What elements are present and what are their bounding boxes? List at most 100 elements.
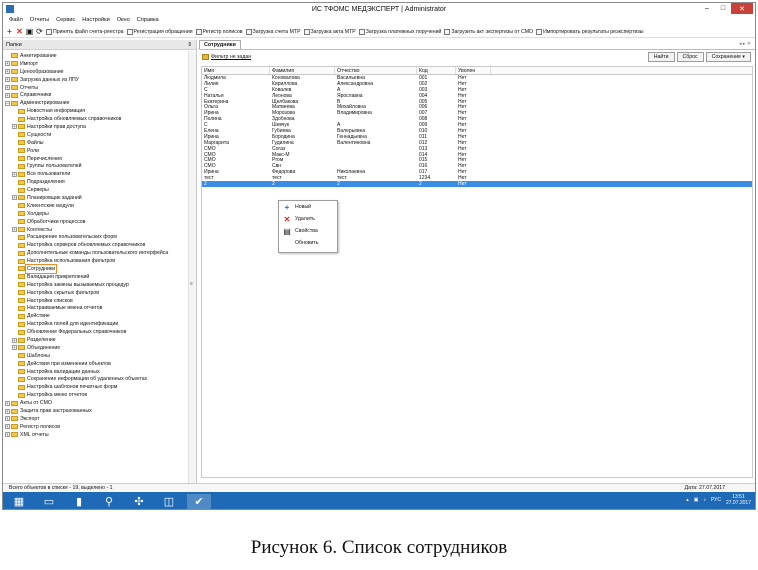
tree-item[interactable]: Новостная информация	[5, 107, 186, 115]
ctx-delete[interactable]: ✕ Удалить	[279, 213, 337, 225]
tab-nav-icons[interactable]: ◂ ▸ ✕	[739, 41, 751, 47]
filter-button[interactable]: Фильтр не задан	[199, 54, 251, 60]
pin-icon[interactable]: ⇕	[187, 42, 192, 48]
tree-item[interactable]: + Импорт	[5, 60, 186, 68]
remote-desktop-icon[interactable]: ◫	[157, 494, 181, 510]
expand-toggle-icon[interactable]: –	[5, 100, 10, 106]
expand-toggle-icon[interactable]: +	[12, 227, 17, 233]
clock[interactable]: 13:51 27.07.2017	[726, 494, 751, 506]
tree-item[interactable]: + Загрузка данных из ЛПУ	[5, 76, 186, 84]
server-manager-icon[interactable]: ▦	[7, 494, 31, 510]
menu-help[interactable]: Справка	[137, 17, 159, 23]
expand-toggle-icon[interactable]: +	[5, 424, 10, 430]
tree-item[interactable]: + Все пользователи	[5, 170, 186, 178]
tree-item[interactable]: Валидация прикреплений	[5, 273, 186, 281]
copy-icon[interactable]: ▣	[26, 28, 34, 36]
tb-import-reexpertise[interactable]: Импортировать результаты реэкспертизы	[536, 28, 643, 35]
table-row[interactable]: 2 2 2 2 Нет	[202, 181, 752, 187]
tree-item[interactable]: – Администрирование	[5, 99, 186, 107]
minimize-button[interactable]: –	[699, 3, 715, 14]
tree-item[interactable]: + Справочники	[5, 91, 186, 99]
search-icon[interactable]: ⚲	[97, 494, 121, 510]
tree-item[interactable]: Роли	[5, 147, 186, 155]
tb-load-mtr-act[interactable]: Загрузка акта МТР	[303, 28, 356, 35]
tree-item[interactable]: Действие	[5, 312, 186, 320]
file-explorer-icon[interactable]: ▭	[37, 494, 61, 510]
tray-arrow-icon[interactable]: ▴	[686, 497, 689, 503]
tab-employees[interactable]: Сотрудники	[199, 40, 241, 49]
expand-toggle-icon[interactable]: +	[5, 92, 10, 98]
expand-toggle-icon[interactable]: +	[5, 61, 10, 67]
tree-item[interactable]: + Настройки прав доступа	[5, 123, 186, 131]
tree-item[interactable]: Холдеры	[5, 210, 186, 218]
col-first-name[interactable]: Имя	[202, 67, 270, 74]
tree-item[interactable]: Серверы	[5, 186, 186, 194]
tree-item[interactable]: + Планировщик заданий	[5, 194, 186, 202]
expand-toggle-icon[interactable]: +	[12, 345, 17, 351]
language-indicator[interactable]: РУС	[711, 497, 721, 503]
expand-toggle-icon[interactable]: +	[12, 171, 17, 177]
tree-item[interactable]: Подразделения	[5, 178, 186, 186]
tree-item[interactable]: Настройка полей для идентификации	[5, 320, 186, 328]
add-icon[interactable]: +	[6, 28, 13, 36]
tree-item[interactable]: Настройка серверов обновляемых справочни…	[5, 241, 186, 249]
ctx-new[interactable]: + Новый	[279, 201, 337, 213]
tb-accept-invoice[interactable]: Принять файл счета-реестра	[46, 28, 124, 35]
tree-item[interactable]: Клиентские модули	[5, 202, 186, 210]
ctx-properties[interactable]: ▤ Свойства	[279, 225, 337, 237]
tb-policy-register[interactable]: Регистр полисов	[195, 28, 243, 35]
reset-button[interactable]: Сброс	[676, 52, 704, 62]
refresh-icon[interactable]: ⟳	[36, 28, 43, 36]
network-icon[interactable]: ✣	[127, 494, 151, 510]
tree-item[interactable]: + Акты от СМО	[5, 399, 186, 407]
expand-toggle-icon[interactable]: +	[12, 124, 17, 130]
expand-toggle-icon[interactable]: +	[5, 400, 10, 406]
tree-item[interactable]: Группы пользователей	[5, 162, 186, 170]
monitor-icon[interactable]: ▣	[694, 497, 699, 503]
tree-item[interactable]: Настройки списков	[5, 297, 186, 305]
tree-item[interactable]: Расширение пользовательских форм	[5, 233, 186, 241]
tree-item[interactable]: Настройка использования фильтров	[5, 257, 186, 265]
tree-item[interactable]: Действия при изменении объектов	[5, 360, 186, 368]
tree-item[interactable]: Перечисления	[5, 155, 186, 163]
tree-item[interactable]: Настройка валидации данных	[5, 368, 186, 376]
expand-toggle-icon[interactable]: +	[5, 85, 10, 90]
tree-item[interactable]: Дополнительные команды пользовательского…	[5, 249, 186, 257]
medexpert-app-icon[interactable]: ✔	[187, 493, 211, 509]
save-dropdown-button[interactable]: Сохранение ▾	[705, 52, 751, 62]
tb-load-mtr-invoice[interactable]: Загрузка счета МТР	[245, 28, 301, 35]
delete-icon[interactable]: ✕	[16, 28, 23, 36]
menu-service[interactable]: Сервис	[56, 17, 75, 23]
menu-window[interactable]: Окно	[117, 17, 130, 23]
tree-item[interactable]: + Разделение	[5, 336, 186, 344]
tree-item[interactable]: Шаблоны	[5, 352, 186, 360]
close-button[interactable]: ✕	[731, 3, 753, 14]
tree-item[interactable]: Сохранение информации об удаленных объек…	[5, 376, 186, 384]
col-patronymic[interactable]: Отчество	[335, 67, 417, 74]
tree-item[interactable]: + Ценообразование	[5, 68, 186, 76]
expand-toggle-icon[interactable]: +	[5, 77, 10, 83]
tree-item[interactable]: Настройка скрытых фильтров	[5, 289, 186, 297]
maximize-button[interactable]: □	[715, 3, 731, 14]
tree-item[interactable]: Анкетирование	[5, 52, 186, 60]
find-button[interactable]: Найти	[647, 52, 675, 62]
menu-settings[interactable]: Настройки	[82, 17, 109, 23]
tb-register-appeal[interactable]: Регистрация обращения	[126, 28, 193, 35]
tb-load-payment-orders[interactable]: Загрузка платежных поручений	[358, 28, 441, 35]
menu-reports[interactable]: Отчеты	[30, 17, 49, 23]
tree-item[interactable]: Обновление Федеральных справочников	[5, 328, 186, 336]
tree-item[interactable]: + Экспорт	[5, 415, 186, 423]
expand-toggle-icon[interactable]: +	[5, 416, 10, 422]
col-dismissed[interactable]: Уволен	[456, 67, 491, 74]
tree-item[interactable]: Сущности	[5, 131, 186, 139]
tree-item[interactable]: Настройка шаблонов печатных форм	[5, 383, 186, 391]
terminal-icon[interactable]: ▮	[67, 494, 91, 510]
ctx-refresh[interactable]: Обновить	[279, 237, 337, 249]
expand-toggle-icon[interactable]: +	[5, 69, 10, 75]
tree-item[interactable]: Настраиваемые имена отчетов	[5, 305, 186, 313]
col-last-name[interactable]: Фамилия	[270, 67, 335, 74]
speaker-icon[interactable]: ♪	[703, 497, 706, 503]
tree-item[interactable]: + Регистр полисов	[5, 423, 186, 431]
expand-toggle-icon[interactable]: +	[12, 195, 17, 201]
tree-item[interactable]: Файлы	[5, 139, 186, 147]
